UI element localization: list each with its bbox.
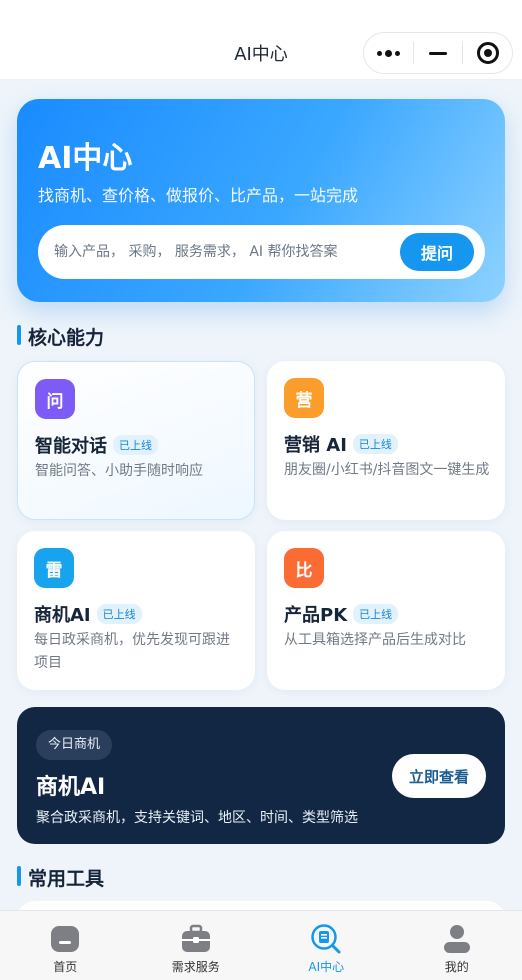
tab-label: 首页 — [53, 960, 78, 974]
tab-demand-service[interactable]: 需求服务 — [131, 911, 262, 980]
view-now-button[interactable]: 立即查看 — [392, 754, 486, 798]
status-badge: 已上线 — [353, 604, 399, 624]
hero-banner: AI中心 找商机、查价格、做报价、比产品，一站完成 提问 — [17, 99, 505, 302]
card-description: 从工具箱选择产品后生成对比 — [284, 632, 466, 648]
card-title: 智能对话 已上线 — [35, 432, 158, 458]
compare-icon: 比 — [284, 548, 324, 588]
promo-description: 聚合政采商机，支持关键词、地区、时间、类型筛选 — [36, 810, 358, 826]
top-nav-bar: AI中心 — [0, 0, 522, 80]
capability-card-opportunity[interactable]: 雷 商机AI 已上线 每日政采商机，优先发现可跟进项目 — [17, 531, 255, 690]
hero-subtitle: 找商机、查价格、做报价、比产品，一站完成 — [38, 186, 359, 205]
capability-card-product-pk[interactable]: 比 产品PK 已上线 从工具箱选择产品后生成对比 — [267, 531, 505, 690]
status-badge: 已上线 — [113, 435, 158, 455]
toolbox-icon — [181, 924, 210, 952]
section-title-core: 核心能力 — [17, 323, 104, 350]
tab-mine[interactable]: 我的 — [392, 911, 522, 980]
user-icon — [443, 925, 470, 953]
capability-card-chat[interactable]: 问 智能对话 已上线 智能问答、小助手随时响应 — [17, 361, 255, 520]
tab-label: 需求服务 — [171, 960, 220, 974]
opportunity-promo-banner: 今日商机 商机AI 聚合政采商机，支持关键词、地区、时间、类型筛选 立即查看 — [17, 707, 505, 844]
mini-program-capsule — [363, 32, 513, 74]
card-title-text: 营销 AI — [284, 435, 347, 456]
card-title-text: 产品PK — [284, 605, 348, 626]
radar-icon: 雷 — [34, 548, 74, 588]
ai-search-input[interactable] — [54, 225, 384, 279]
card-description: 每日政采商机，优先发现可跟进项目 — [34, 632, 230, 671]
capability-card-marketing[interactable]: 营 营销 AI 已上线 朋友圈/小红书/抖音图文一键生成 — [267, 361, 505, 520]
card-title-text: 智能对话 — [35, 436, 107, 457]
tab-label: 我的 — [444, 960, 469, 974]
page-content[interactable]: AI中心 找商机、查价格、做报价、比产品，一站完成 提问 核心能力 问 智能对话… — [0, 81, 522, 910]
section-title-tools: 常用工具 — [17, 864, 104, 891]
close-program-button[interactable] — [463, 33, 512, 73]
tools-panel — [17, 901, 505, 910]
status-badge: 已上线 — [96, 604, 142, 624]
bottom-tab-bar: 首页 需求服务 AI中心 我的 — [0, 910, 522, 980]
minimize-icon — [429, 51, 447, 55]
tab-label: AI中心 — [308, 960, 345, 974]
tab-ai-center[interactable]: AI中心 — [261, 911, 392, 980]
tab-home[interactable]: 首页 — [0, 911, 131, 980]
minimize-button[interactable] — [414, 33, 463, 73]
chat-ask-icon: 问 — [35, 379, 75, 419]
more-menu-button[interactable] — [364, 33, 413, 73]
more-dots-icon — [376, 49, 400, 57]
hero-title: AI中心 — [38, 141, 133, 176]
home-icon — [51, 926, 80, 952]
marketing-icon: 营 — [284, 378, 324, 418]
promo-tag: 今日商机 — [36, 730, 113, 760]
card-title-text: 商机AI — [34, 605, 91, 626]
card-title: 产品PK 已上线 — [284, 601, 399, 627]
card-description: 智能问答、小助手随时响应 — [35, 463, 203, 479]
close-target-icon — [476, 42, 499, 64]
card-description: 朋友圈/小红书/抖音图文一键生成 — [284, 462, 490, 478]
ai-search-icon — [311, 924, 341, 954]
promo-title: 商机AI — [36, 775, 106, 800]
card-title: 营销 AI 已上线 — [284, 431, 398, 457]
ask-button[interactable]: 提问 — [400, 233, 474, 271]
status-badge: 已上线 — [352, 434, 398, 454]
ai-search-box: 提问 — [38, 225, 485, 279]
card-title: 商机AI 已上线 — [34, 601, 142, 627]
